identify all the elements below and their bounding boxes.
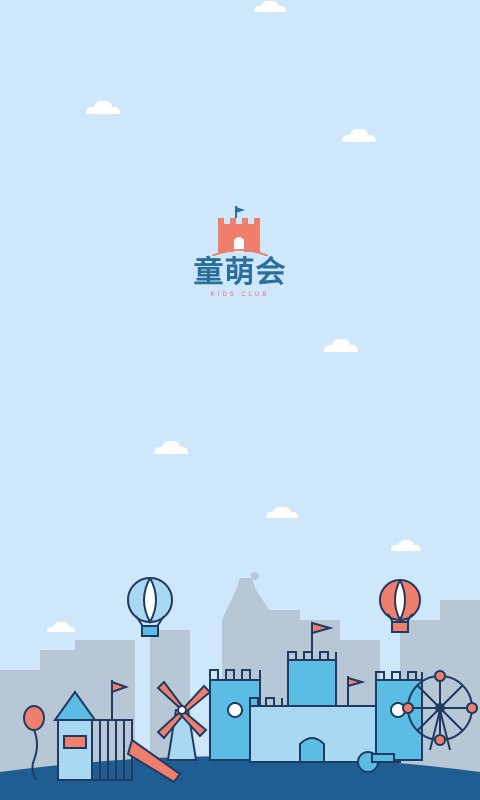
cloud-icon — [342, 128, 376, 142]
cloud-icon — [86, 100, 120, 114]
playground-illustration — [0, 572, 480, 800]
cloud-icon — [324, 338, 358, 352]
cloud-icon — [154, 440, 188, 454]
cloud-icon — [254, 0, 286, 12]
hot-air-balloon-icon — [127, 577, 173, 637]
app-title: 童萌会 — [193, 255, 287, 290]
app-logo: 童萌会 KIDS CLUB — [180, 204, 300, 314]
cloud-icon — [266, 506, 298, 518]
cloud-icon — [391, 540, 421, 551]
castle-logo-icon — [212, 206, 268, 256]
splash-screen: 童萌会 KIDS CLUB — [0, 0, 480, 800]
app-subtitle: KIDS CLUB — [210, 292, 270, 298]
